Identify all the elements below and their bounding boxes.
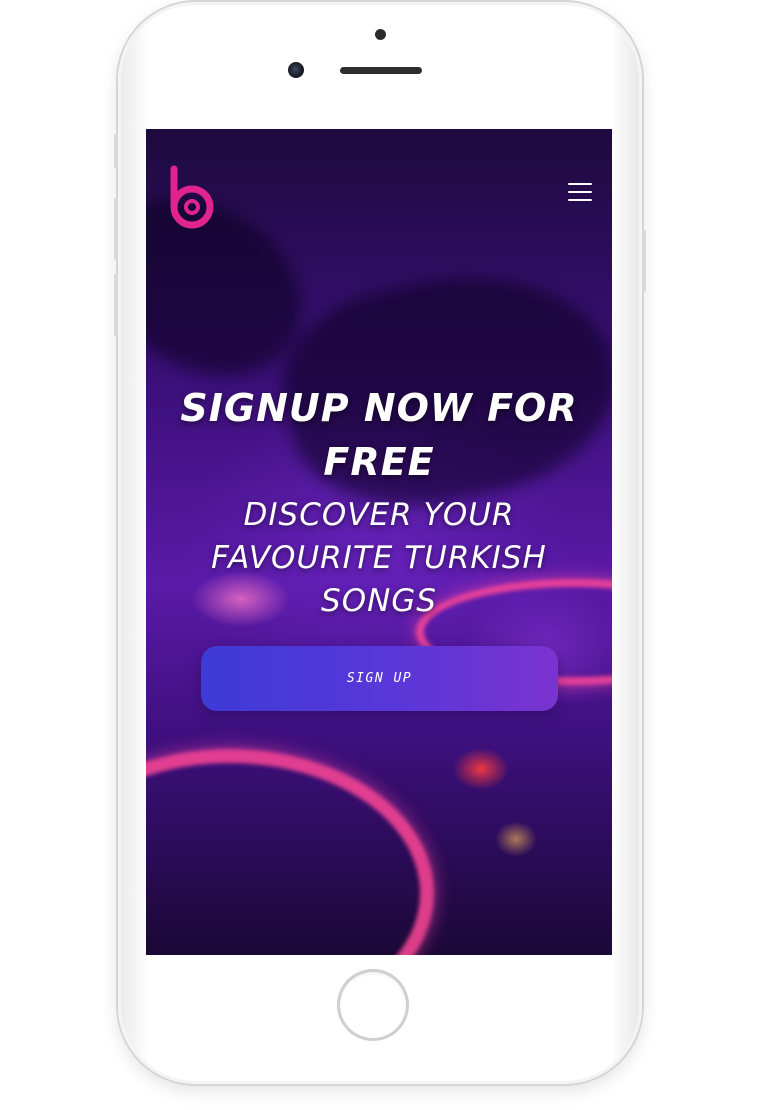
hamburger-menu-icon[interactable] [568, 183, 592, 203]
mute-switch [114, 134, 118, 168]
menu-bar [568, 199, 592, 201]
mockup-stage: SIGNUP NOW FOR FREE DISCOVER YOUR FAVOUR… [0, 0, 759, 1110]
turntable-neon-ring [146, 749, 434, 955]
brand-logo-icon[interactable] [166, 163, 218, 231]
volume-down-button [114, 274, 118, 336]
earpiece-speaker [340, 67, 422, 74]
power-button [642, 230, 646, 292]
home-button[interactable] [337, 969, 409, 1041]
hero-headline: SIGNUP NOW FOR FREE [180, 386, 578, 484]
app-screen: SIGNUP NOW FOR FREE DISCOVER YOUR FAVOUR… [146, 129, 612, 955]
volume-up-button [114, 198, 118, 260]
signup-button[interactable]: SIGN UP [201, 646, 558, 711]
proximity-sensor [375, 29, 386, 40]
menu-bar [568, 191, 592, 193]
front-camera-icon [288, 62, 304, 78]
menu-bar [568, 183, 592, 185]
hero-subheadline: DISCOVER YOUR FAVOURITE TURKISH SONGS [211, 497, 547, 619]
